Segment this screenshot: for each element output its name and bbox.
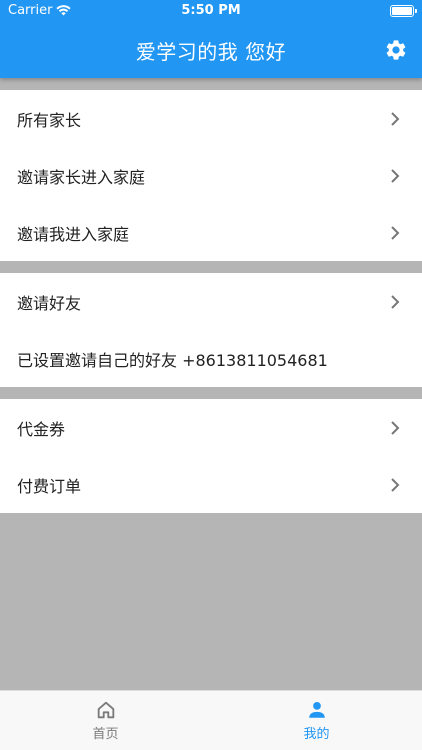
battery-icon bbox=[390, 5, 417, 17]
page-title: 爱学习的我 您好 bbox=[135, 40, 287, 64]
status-bar: Carrier 5:50 PM bbox=[0, 0, 422, 22]
inviter-info: 已设置邀请自己的好友 +8613811054681 bbox=[0, 330, 422, 387]
family-section: 所有家长 邀请家长进入家庭 邀请我进入家庭 bbox=[0, 90, 422, 261]
menu-item-invite-friend[interactable]: 邀请好友 bbox=[0, 273, 422, 330]
gear-icon[interactable] bbox=[384, 38, 408, 62]
chevron-right-icon bbox=[391, 225, 400, 240]
menu-item-invite-parent[interactable]: 邀请家长进入家庭 bbox=[0, 147, 422, 204]
status-time: 5:50 PM bbox=[181, 3, 241, 18]
menu-item-vouchers[interactable]: 代金券 bbox=[0, 399, 422, 456]
menu-item-all-parents[interactable]: 所有家长 bbox=[0, 90, 422, 147]
inviter-label: 已设置邀请自己的好友 +8613811054681 bbox=[17, 350, 328, 370]
menu-item-label: 代金券 bbox=[17, 419, 66, 439]
tab-home[interactable]: 首页 bbox=[0, 691, 211, 750]
home-icon bbox=[97, 701, 114, 719]
chevron-right-icon bbox=[391, 168, 400, 183]
person-icon bbox=[308, 702, 325, 718]
menu-item-label: 邀请我进入家庭 bbox=[17, 224, 130, 244]
payment-section: 代金券 付费订单 bbox=[0, 399, 422, 513]
chevron-right-icon bbox=[391, 420, 400, 435]
menu-item-invite-me[interactable]: 邀请我进入家庭 bbox=[0, 204, 422, 261]
menu-item-label: 付费订单 bbox=[17, 476, 82, 496]
tab-label: 我的 bbox=[303, 727, 330, 742]
tab-mine[interactable]: 我的 bbox=[211, 691, 422, 750]
chevron-right-icon bbox=[391, 477, 400, 492]
menu-item-label: 所有家长 bbox=[17, 110, 82, 130]
tab-label: 首页 bbox=[92, 727, 119, 742]
menu-item-label: 邀请好友 bbox=[17, 293, 82, 313]
chevron-right-icon bbox=[391, 294, 400, 309]
menu-item-paid-orders[interactable]: 付费订单 bbox=[0, 456, 422, 513]
friends-section: 邀请好友 已设置邀请自己的好友 +8613811054681 bbox=[0, 273, 422, 387]
app-bar: Carrier 5:50 PM 爱学习的我 您好 bbox=[0, 0, 422, 78]
menu-item-label: 邀请家长进入家庭 bbox=[17, 167, 146, 187]
bottom-tab-bar: 首页 我的 bbox=[0, 690, 422, 750]
chevron-right-icon bbox=[391, 111, 400, 126]
